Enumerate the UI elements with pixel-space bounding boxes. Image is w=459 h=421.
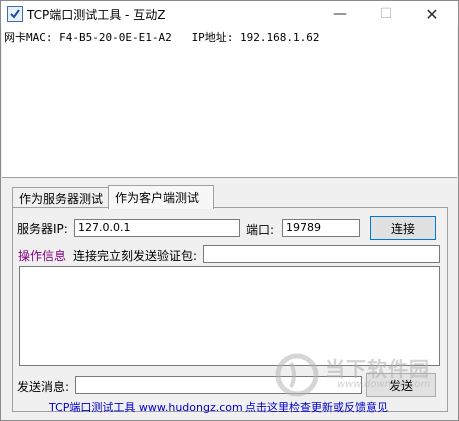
verify-packet-label: 连接完立刻发送验证包: [73, 249, 198, 263]
connect-button[interactable]: 连接 [370, 216, 436, 240]
port-label: 端口: [246, 223, 275, 237]
operation-info-label: 操作信息 [18, 249, 67, 263]
maximize-button[interactable]: ☐ [363, 1, 409, 27]
network-info-text: 网卡MAC: F4-B5-20-0E-E1-A2 IP地址: 192.168.1… [4, 31, 320, 44]
app-check-icon [7, 6, 23, 22]
footer: TCP端口测试工具 www.hudongz.com 点击这里检查更新或反馈意见 [1, 399, 459, 415]
client-test-panel: 服务器IP: 127.0.0.1 端口: 19789 连接 操作信息 连接完立刻… [12, 207, 448, 412]
window-title: TCP端口测试工具 - 互动Z [27, 8, 166, 22]
port-input[interactable]: 19789 [282, 219, 360, 237]
tab-server-test[interactable]: 作为服务器测试 [12, 187, 116, 208]
close-button[interactable]: ✕ [409, 1, 455, 27]
operation-log[interactable] [19, 266, 440, 366]
tab-client-test[interactable]: 作为客户端测试 [108, 185, 214, 209]
send-button[interactable]: 发送 [366, 373, 436, 397]
server-ip-label: 服务器IP: [17, 222, 68, 236]
send-message-input[interactable] [75, 376, 362, 394]
footer-feedback-link[interactable]: 点击这里检查更新或反馈意见 [245, 399, 388, 415]
network-info-panel: 网卡MAC: F4-B5-20-0E-E1-A2 IP地址: 192.168.1… [2, 27, 457, 178]
minimize-button[interactable]: — [317, 1, 363, 27]
verify-packet-input[interactable] [203, 245, 440, 263]
send-message-label: 发送消息: [17, 380, 70, 394]
app-window: TCP端口测试工具 - 互动Z — ☐ ✕ 网卡MAC: F4-B5-20-0E… [0, 0, 459, 421]
footer-app-link[interactable]: TCP端口测试工具 www.hudongz.com [49, 399, 243, 415]
server-ip-input[interactable]: 127.0.0.1 [74, 219, 240, 237]
title-bar[interactable]: TCP端口测试工具 - 互动Z — ☐ ✕ [1, 1, 458, 27]
